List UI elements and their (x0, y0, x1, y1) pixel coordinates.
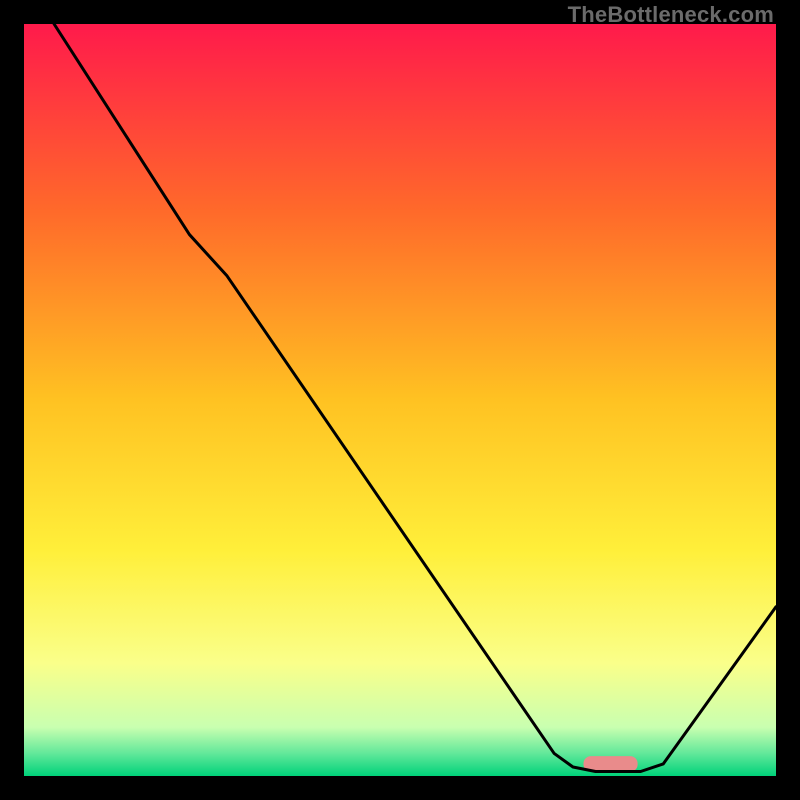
chart-svg (24, 24, 776, 776)
watermark-text: TheBottleneck.com (568, 2, 774, 28)
plot-area (24, 24, 776, 776)
chart-frame: TheBottleneck.com (0, 0, 800, 800)
gradient-background (24, 24, 776, 776)
